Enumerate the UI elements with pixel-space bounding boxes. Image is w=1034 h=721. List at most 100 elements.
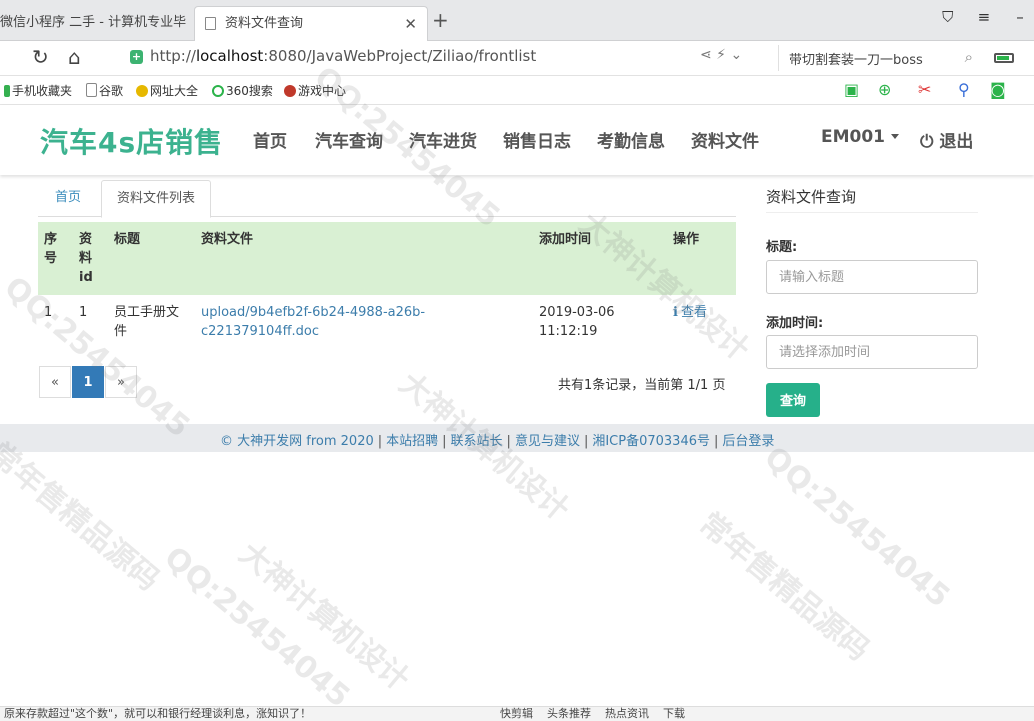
nav-car-purchase[interactable]: 汽车进货 [409, 127, 477, 152]
browser-tab-active[interactable]: 资料文件查询 ✕ [194, 6, 428, 41]
file-link[interactable]: upload/9b4efb2f-6b24-4988-a26b-c22137910… [201, 305, 425, 339]
copyright: © 大神开发网 from 2020 [220, 434, 374, 449]
minimize-icon[interactable]: – [1006, 8, 1034, 26]
watermark: 常年售精品源码 [692, 506, 876, 668]
bookmark-games[interactable]: 游戏中心 [284, 82, 346, 99]
power-icon: ⏻ [920, 132, 934, 152]
footer-link-jobs[interactable]: 本站招聘 [386, 434, 438, 449]
status-item[interactable]: 热点资讯 [605, 707, 649, 720]
cell-action: ℹ 查看 [667, 295, 736, 349]
menu-icon[interactable]: ≡ [970, 8, 998, 26]
records-summary: 共有1条记录，当前第 1/1 页 [558, 378, 726, 393]
status-item[interactable]: 头条推荐 [547, 707, 591, 720]
page-icon [86, 83, 97, 97]
nav-home[interactable]: 首页 [253, 127, 287, 152]
col-file: 资料文件 [195, 222, 533, 295]
tab-title: 微信小程序 二手 - 计算机专业毕 [0, 15, 187, 30]
gamepad-icon[interactable]: ◙ [990, 80, 1006, 99]
user-menu[interactable]: EM001 [821, 127, 900, 147]
bookmark-360[interactable]: 360搜索 [212, 82, 273, 99]
next-page-button[interactable]: » [105, 366, 137, 398]
time-input[interactable] [766, 335, 978, 369]
time-label: 添加时间: [766, 316, 824, 331]
breadcrumb: 首页 资料文件列表 [38, 180, 736, 218]
brand-logo[interactable]: 汽车4s店销售 [40, 121, 223, 161]
footer-link-admin[interactable]: 后台登录 [722, 434, 774, 449]
logout-button[interactable]: ⏻ 退出 [920, 127, 973, 152]
query-panel-title: 资料文件查询 [766, 188, 857, 206]
watermark: QQ:25454045 [757, 440, 957, 615]
caret-down-icon [891, 134, 900, 139]
col-id: 资料id [73, 222, 108, 295]
url-field[interactable]: + http://localhost:8080/JavaWebProject/Z… [126, 46, 766, 70]
address-bar: ↻ ⌂ + http://localhost:8080/JavaWebProje… [0, 41, 1034, 76]
watermark: QQ:25454045 [157, 540, 357, 715]
status-bar: 原来存款超过"这个数"，就可以和银行经理谈利息，涨知识了！ 快剪辑 头条推荐 热… [0, 706, 1034, 721]
bookmarks-bar: 手机收藏夹 谷歌 网址大全 360搜索 游戏中心 ▣ ⊕ ✂ ⚲ ◙ [0, 76, 1034, 105]
360-icon [212, 85, 224, 97]
shield-icon: + [130, 50, 143, 64]
battery-icon [994, 53, 1014, 63]
cell-index: 1 [44, 305, 53, 320]
news-ticker[interactable]: 原来存款超过"这个数"，就可以和银行经理谈利息，涨知识了！ [4, 707, 311, 721]
view-button[interactable]: ℹ 查看 [673, 305, 707, 320]
cell-file: upload/9b4efb2f-6b24-4988-a26b-c22137910… [195, 295, 533, 349]
table-header-row: 序号 资料id 标题 资料文件 添加时间 操作 [38, 222, 736, 295]
magnifier-icon[interactable]: ⚲ [958, 80, 970, 99]
col-time: 添加时间 [533, 222, 667, 295]
status-item[interactable]: 快剪辑 [500, 707, 533, 720]
window-controls: ⛉ ≡ – [930, 8, 1034, 30]
divider [766, 212, 978, 213]
new-tab-icon[interactable]: + [432, 9, 449, 31]
col-action: 操作 [667, 222, 736, 295]
cell-time: 2019-03-06 11:12:19 [539, 305, 615, 339]
star-icon [136, 85, 148, 97]
url-text: http://localhost:8080/JavaWebProject/Zil… [150, 47, 537, 65]
username: EM001 [821, 127, 886, 147]
nav-car-query[interactable]: 汽车查询 [315, 127, 383, 152]
col-title: 标题 [108, 222, 195, 295]
title-input[interactable] [766, 260, 978, 294]
nav-attendance[interactable]: 考勤信息 [597, 127, 665, 152]
share-icon[interactable]: ⋖ ⚡ ⌄ [700, 47, 742, 63]
prev-page-button[interactable]: « [39, 366, 71, 398]
footer: © 大神开发网 from 2020 | 本站招聘 | 联系站长 | 意见与建议 | 湘ICP备0… [0, 424, 1034, 452]
nav-sales-log[interactable]: 销售日志 [503, 127, 571, 152]
phone-icon [4, 85, 10, 97]
scissors-icon[interactable]: ✂ [918, 80, 931, 99]
breadcrumb-current[interactable]: 资料文件列表 [101, 180, 212, 218]
search-input[interactable]: 带切割套装一刀一boss ⌕ [778, 45, 979, 71]
cell-id: 1 [79, 305, 88, 320]
reload-icon[interactable]: ↻ [32, 45, 49, 69]
cell-title: 员工手册文件 [114, 305, 180, 339]
table-row: 1 1 员工手册文件 upload/9b4efb2f-6b24-4988-a26… [38, 295, 736, 349]
footer-link-icp[interactable]: 湘ICP备0703346号 [592, 434, 710, 449]
documents-table: 序号 资料id 标题 资料文件 添加时间 操作 1 1 员工手册文件 uploa… [38, 222, 736, 349]
breadcrumb-home[interactable]: 首页 [40, 180, 96, 215]
status-item[interactable]: 下载 [663, 707, 685, 720]
search-icon[interactable]: ⌕ [965, 48, 973, 66]
browser-tab-bar: 微信小程序 二手 - 计算机专业毕 资料文件查询 ✕ + ⛉ ≡ – [0, 0, 1034, 41]
nav-documents[interactable]: 资料文件 [691, 127, 759, 152]
translate-icon[interactable]: ⊕ [878, 80, 891, 99]
bookmark-sites[interactable]: 网址大全 [136, 82, 198, 99]
bookmark-mobile[interactable]: 手机收藏夹 [4, 82, 72, 99]
site-navbar: 汽车4s店销售 首页 汽车查询 汽车进货 销售日志 考勤信息 资料文件 EM00… [0, 105, 1034, 175]
page-icon [205, 17, 216, 30]
status-tools: 快剪辑 头条推荐 热点资讯 下载 [500, 707, 685, 721]
col-index: 序号 [38, 222, 73, 295]
shirt-icon[interactable]: ⛉ [934, 8, 962, 26]
footer-link-feedback[interactable]: 意见与建议 [515, 434, 580, 449]
extension-icon[interactable]: ▣ [844, 80, 859, 99]
close-icon[interactable]: ✕ [404, 7, 417, 41]
query-button[interactable]: 查询 [766, 383, 820, 417]
game-icon [284, 85, 296, 97]
footer-link-contact[interactable]: 联系站长 [451, 434, 503, 449]
watermark: 大神计算机设计 [232, 536, 416, 698]
home-icon[interactable]: ⌂ [68, 45, 81, 69]
tab-title: 资料文件查询 [225, 16, 304, 31]
info-icon: ℹ [673, 305, 678, 320]
bookmark-google[interactable]: 谷歌 [86, 82, 123, 99]
browser-tab-inactive[interactable]: 微信小程序 二手 - 计算机专业毕 [0, 6, 190, 40]
page-1-button[interactable]: 1 [72, 366, 104, 398]
